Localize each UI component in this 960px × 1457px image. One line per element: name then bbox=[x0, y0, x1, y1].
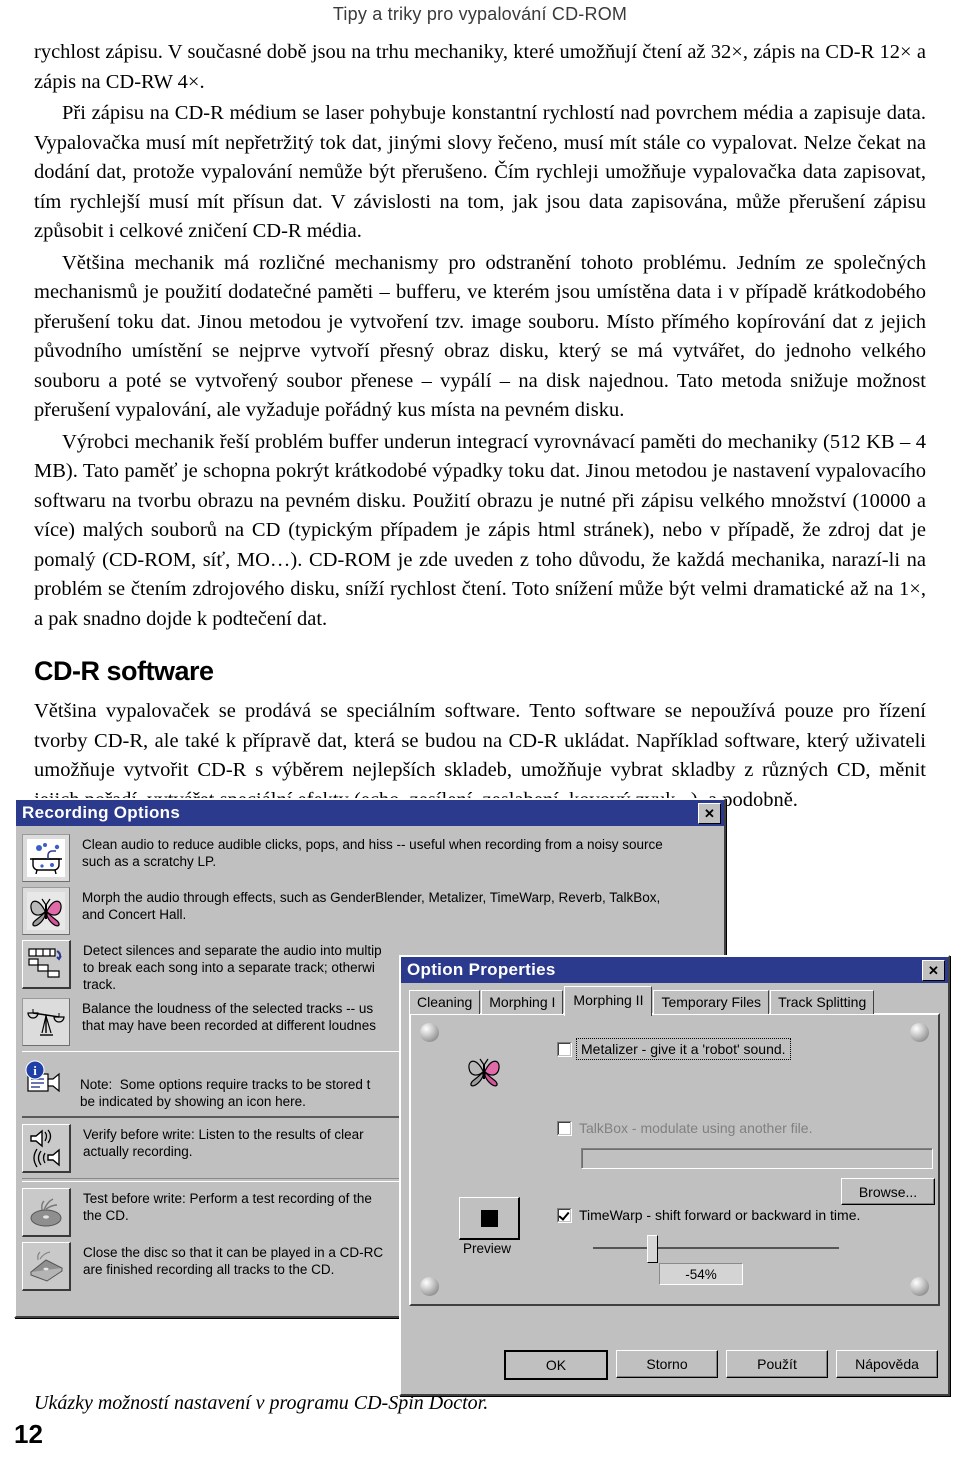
recording-options-titlebar[interactable]: Recording Options ✕ bbox=[16, 800, 724, 826]
paragraph: Při zápisu na CD-R médium se laser pohyb… bbox=[34, 102, 926, 242]
running-head: Tipy a triky pro vypalování CD-ROM bbox=[332, 4, 628, 24]
timewarp-slider-track[interactable] bbox=[593, 1247, 839, 1249]
tab-track-splitting[interactable]: Track Splitting bbox=[770, 990, 875, 1014]
option-text: Morph the audio through effects, such as… bbox=[82, 890, 661, 922]
track-split-icon[interactable] bbox=[22, 940, 71, 989]
browse-button[interactable]: Browse... bbox=[841, 1178, 935, 1205]
tabstrip: Cleaning Morphing I Morphing II Temporar… bbox=[409, 986, 940, 1016]
figure-screenshot: Recording Options ✕ Clean audio to reduc… bbox=[14, 798, 950, 1398]
tab-morphing-2[interactable]: Morphing II bbox=[564, 986, 653, 1016]
talkbox-checkbox-row: TalkBox - modulate using another file. bbox=[557, 1120, 812, 1136]
talkbox-checkbox bbox=[557, 1120, 572, 1136]
close-icon[interactable]: ✕ bbox=[922, 959, 945, 981]
option-text: Close the disc so that it can be played … bbox=[83, 1245, 384, 1277]
metalizer-checkbox[interactable] bbox=[557, 1041, 572, 1057]
bead-decoration-top-left bbox=[420, 1023, 439, 1042]
option-row[interactable]: Morph the audio through effects, such as… bbox=[22, 887, 718, 935]
bead-decoration-bottom-left bbox=[420, 1277, 439, 1296]
bead-decoration-top-right bbox=[910, 1023, 929, 1042]
option-text: Verify before write: Listen to the resul… bbox=[83, 1127, 364, 1159]
option-text: Clean audio to reduce audible clicks, po… bbox=[82, 837, 663, 869]
paragraph: Výrobci mechanik řeší problém buffer und… bbox=[34, 430, 926, 630]
option-text: Test before write: Perform a test record… bbox=[83, 1191, 372, 1223]
option-properties-titlebar[interactable]: Option Properties ✕ bbox=[401, 957, 948, 983]
option-properties-title: Option Properties bbox=[407, 960, 556, 979]
option-properties-window: Option Properties ✕ Cleaning Morphing I … bbox=[399, 955, 950, 1396]
timewarp-value: -54% bbox=[659, 1263, 743, 1285]
paragraph: Většina mechanik má rozličné mechanismy … bbox=[34, 251, 926, 422]
timewarp-checkbox[interactable] bbox=[557, 1207, 572, 1223]
speaker-verify-icon[interactable] bbox=[22, 1124, 71, 1173]
tab-panel-morphing-2: Metalizer - give it a 'robot' sound. Tal… bbox=[409, 1013, 940, 1306]
metalizer-checkbox-row[interactable]: Metalizer - give it a 'robot' sound. bbox=[557, 1038, 791, 1060]
timewarp-label: TimeWarp - shift forward or backward in … bbox=[579, 1207, 861, 1223]
tab-temporary-files[interactable]: Temporary Files bbox=[653, 990, 770, 1014]
paragraph: rychlost zápisu. V současné době jsou na… bbox=[34, 41, 926, 93]
tab-morphing-1[interactable]: Morphing I bbox=[481, 990, 564, 1014]
section-heading: CD-R software bbox=[34, 656, 214, 686]
talkbox-label: TalkBox - modulate using another file. bbox=[579, 1120, 813, 1136]
dialog-button-row: OK Storno Použít Nápověda bbox=[401, 1350, 948, 1380]
bathtub-icon[interactable] bbox=[22, 834, 70, 882]
timewarp-slider-thumb[interactable] bbox=[647, 1235, 658, 1263]
bead-decoration-bottom-right bbox=[910, 1277, 929, 1296]
apply-button[interactable]: Použít bbox=[726, 1350, 828, 1378]
option-text: Detect silences and separate the audio i… bbox=[83, 943, 382, 992]
option-properties-body: Cleaning Morphing I Morphing II Temporar… bbox=[401, 983, 948, 1386]
page-number: 12 bbox=[14, 1419, 43, 1449]
butterfly-icon[interactable] bbox=[22, 887, 70, 935]
option-row[interactable]: Clean audio to reduce audible clicks, po… bbox=[22, 834, 718, 882]
timewarp-checkbox-row[interactable]: TimeWarp - shift forward or backward in … bbox=[557, 1207, 860, 1223]
butterfly-icon bbox=[463, 1051, 505, 1091]
recording-options-title: Recording Options bbox=[22, 803, 181, 822]
close-icon[interactable]: ✕ bbox=[698, 802, 721, 824]
tab-cleaning[interactable]: Cleaning bbox=[409, 990, 481, 1014]
stop-icon bbox=[480, 1209, 498, 1227]
info-speaker-icon: i bbox=[22, 1057, 68, 1103]
help-button[interactable]: Nápověda bbox=[836, 1350, 938, 1378]
disc-test-icon[interactable] bbox=[22, 1188, 71, 1237]
cancel-button[interactable]: Storno bbox=[616, 1350, 718, 1378]
metalizer-label: Metalizer - give it a 'robot' sound. bbox=[576, 1038, 791, 1060]
preview-label: Preview bbox=[463, 1241, 512, 1256]
balance-scale-icon[interactable] bbox=[22, 998, 70, 1046]
svg-text:i: i bbox=[33, 1063, 37, 1078]
disc-close-icon[interactable] bbox=[22, 1242, 71, 1291]
talkbox-file-input[interactable] bbox=[581, 1148, 933, 1169]
note-text: Some options require tracks to be stored… bbox=[80, 1077, 371, 1109]
preview-button[interactable] bbox=[459, 1197, 520, 1240]
article-body: rychlost zápisu. V současné době jsou na… bbox=[34, 38, 926, 817]
note-body: Note: Some options require tracks to be … bbox=[80, 1057, 370, 1110]
note-label: Note: bbox=[80, 1077, 113, 1092]
option-text: Balance the loudness of the selected tra… bbox=[82, 1001, 376, 1033]
ok-button[interactable]: OK bbox=[504, 1350, 608, 1380]
